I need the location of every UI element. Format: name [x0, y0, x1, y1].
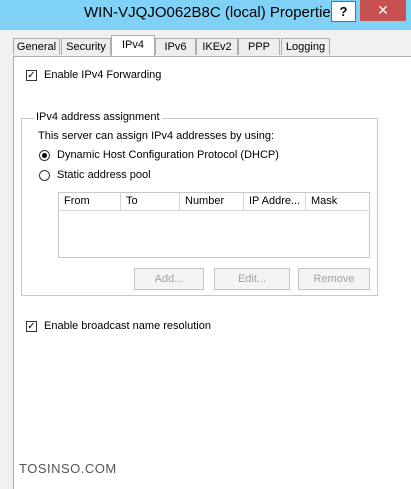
help-button[interactable]: ?: [331, 1, 356, 22]
edit-button[interactable]: Edit...: [214, 268, 290, 290]
tab-general[interactable]: General: [13, 38, 60, 55]
tab-ipv4[interactable]: IPv4: [111, 35, 155, 56]
table-header: From To Number IP Addre... Mask: [59, 193, 369, 211]
title-bar: WIN-VJQJO062B8C (local) Properties ? ✕: [0, 0, 411, 30]
column-header-mask[interactable]: Mask: [306, 193, 369, 210]
window-title: WIN-VJQJO062B8C (local) Properties: [84, 4, 339, 21]
tab-logging[interactable]: Logging: [281, 38, 330, 55]
checkmark-icon: ✓: [27, 70, 36, 81]
column-header-ip-address[interactable]: IP Addre...: [244, 193, 306, 210]
radio-selected-dot: [42, 153, 47, 158]
enable-ipv4-forwarding-label[interactable]: Enable IPv4 Forwarding: [44, 69, 161, 81]
column-header-number[interactable]: Number: [180, 193, 244, 210]
group-legend: IPv4 address assignment: [34, 111, 162, 123]
tab-ipv6[interactable]: IPv6: [155, 38, 196, 55]
dhcp-radio[interactable]: [39, 150, 50, 161]
remove-button[interactable]: Remove: [298, 268, 370, 290]
tab-security[interactable]: Security: [61, 38, 111, 55]
column-header-from[interactable]: From: [59, 193, 121, 210]
close-button[interactable]: ✕: [360, 0, 406, 21]
broadcast-name-resolution-label[interactable]: Enable broadcast name resolution: [44, 320, 211, 332]
tab-ikev2[interactable]: IKEv2: [196, 38, 238, 55]
checkmark-icon: ✓: [27, 321, 36, 332]
column-header-to[interactable]: To: [121, 193, 180, 210]
address-pool-table[interactable]: From To Number IP Addre... Mask: [58, 192, 370, 258]
broadcast-name-resolution-checkbox[interactable]: ✓: [26, 321, 37, 332]
tab-ppp[interactable]: PPP: [238, 38, 280, 55]
enable-ipv4-forwarding-checkbox[interactable]: ✓: [26, 70, 37, 81]
static-pool-radio[interactable]: [39, 170, 50, 181]
assignment-description: This server can assign IPv4 addresses by…: [38, 130, 275, 142]
dhcp-radio-label[interactable]: Dynamic Host Configuration Protocol (DHC…: [57, 149, 279, 161]
add-button[interactable]: Add...: [134, 268, 204, 290]
static-pool-radio-label[interactable]: Static address pool: [57, 169, 151, 181]
watermark-text: TOSINSO.COM: [19, 461, 117, 476]
